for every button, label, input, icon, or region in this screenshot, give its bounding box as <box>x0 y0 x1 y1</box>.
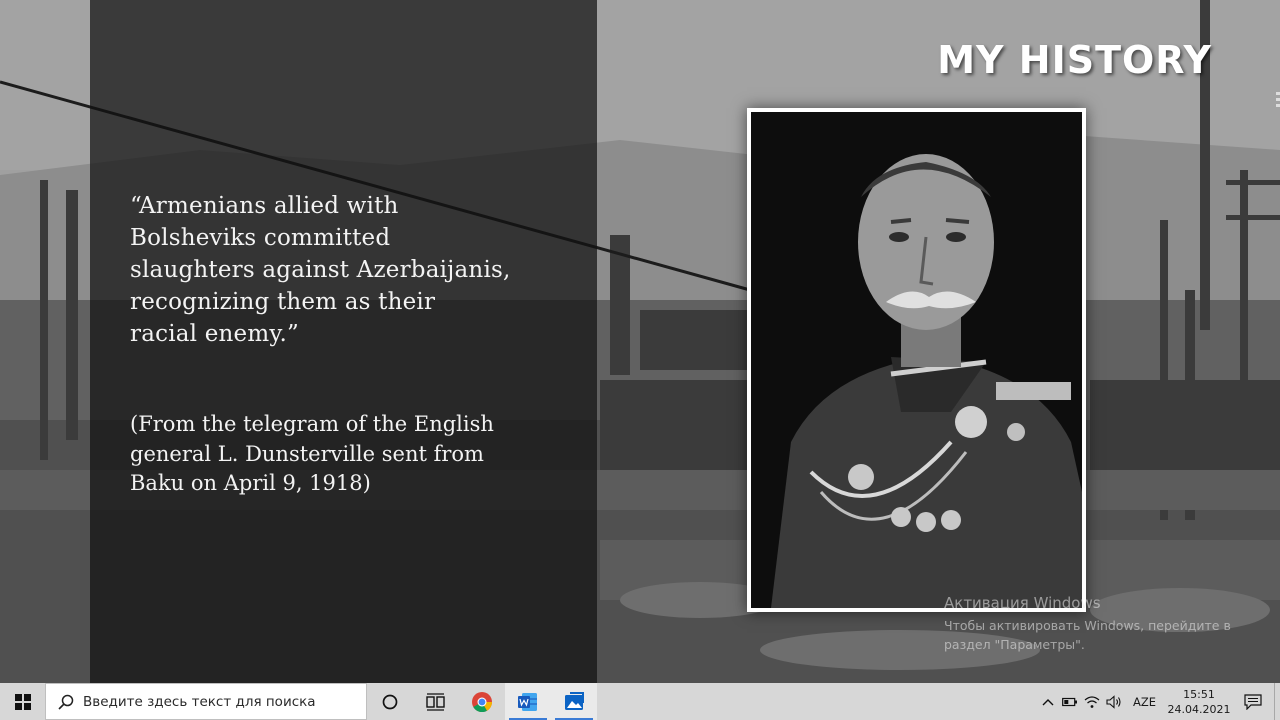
windows-activation-subtitle: Чтобы активировать Windows, перейдите в … <box>944 618 1231 652</box>
windows-logo-icon <box>14 693 31 710</box>
input-language[interactable]: AZE <box>1125 695 1166 709</box>
taskbar-app-chrome[interactable] <box>459 683 505 720</box>
start-button[interactable] <box>0 683 45 720</box>
search-icon <box>58 694 74 710</box>
clock-time: 15:51 <box>1183 687 1215 701</box>
action-center-button[interactable] <box>1232 683 1274 720</box>
show-desktop-button[interactable] <box>1274 683 1280 720</box>
speaker-icon <box>1106 694 1121 709</box>
word-icon <box>518 692 537 711</box>
clock[interactable]: 15:51 24.04.2021 <box>1166 687 1232 717</box>
task-view-icon <box>426 692 445 711</box>
presentation-slide: “Armenians allied with Bolsheviks commit… <box>0 0 1280 683</box>
slide-title: MY HISTORY <box>937 38 1212 82</box>
taskbar-app-photos[interactable] <box>551 683 597 720</box>
taskbar-app-word[interactable] <box>505 683 551 720</box>
volume-button[interactable] <box>1103 683 1125 720</box>
search-placeholder: Введите здесь текст для поиска <box>83 693 316 710</box>
quote-source: (From the telegram of the English genera… <box>130 412 494 495</box>
chrome-icon <box>472 691 493 712</box>
notification-icon <box>1244 693 1262 710</box>
wifi-icon <box>1084 695 1100 708</box>
network-button[interactable] <box>1081 683 1103 720</box>
quote-text: “Armenians allied with Bolsheviks commit… <box>130 193 511 347</box>
cortana-icon <box>382 694 398 709</box>
system-tray: AZE 15:51 24.04.2021 <box>1037 683 1280 720</box>
battery-icon <box>1062 697 1077 706</box>
photos-icon <box>565 691 584 710</box>
slide-menu-icon[interactable] <box>1276 92 1280 112</box>
cortana-button[interactable] <box>367 683 413 720</box>
taskbar: Введите здесь текст для поиска AZE 15:51… <box>0 683 1280 720</box>
show-hidden-icons-button[interactable] <box>1037 683 1059 720</box>
portrait-image <box>751 112 1082 608</box>
taskbar-search-box[interactable]: Введите здесь текст для поиска <box>45 683 367 720</box>
task-view-button[interactable] <box>413 683 459 720</box>
chevron-up-icon <box>1042 698 1054 705</box>
battery-button[interactable] <box>1059 683 1081 720</box>
windows-activation-title: Активация Windows <box>944 594 1101 612</box>
clock-date: 24.04.2021 <box>1167 702 1231 716</box>
portrait-photo <box>747 108 1086 612</box>
